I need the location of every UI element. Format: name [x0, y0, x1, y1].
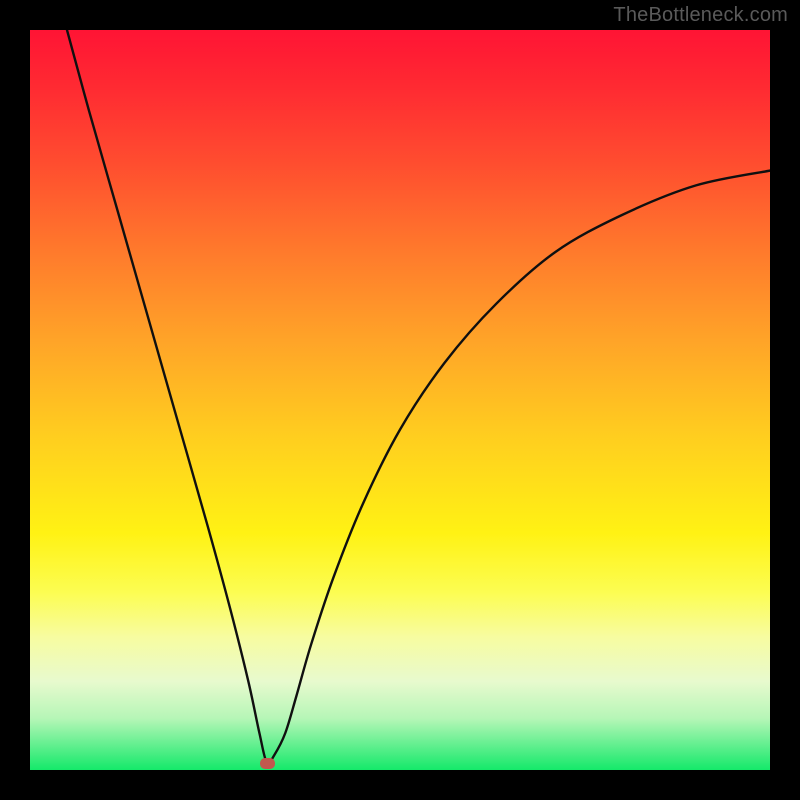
- curve-svg: [30, 30, 770, 770]
- watermark-label: TheBottleneck.com: [613, 4, 788, 27]
- optimal-point-marker: [260, 758, 275, 769]
- chart-frame: TheBottleneck.com: [0, 0, 800, 800]
- bottleneck-curve-path: [67, 30, 770, 764]
- plot-area: [30, 30, 770, 770]
